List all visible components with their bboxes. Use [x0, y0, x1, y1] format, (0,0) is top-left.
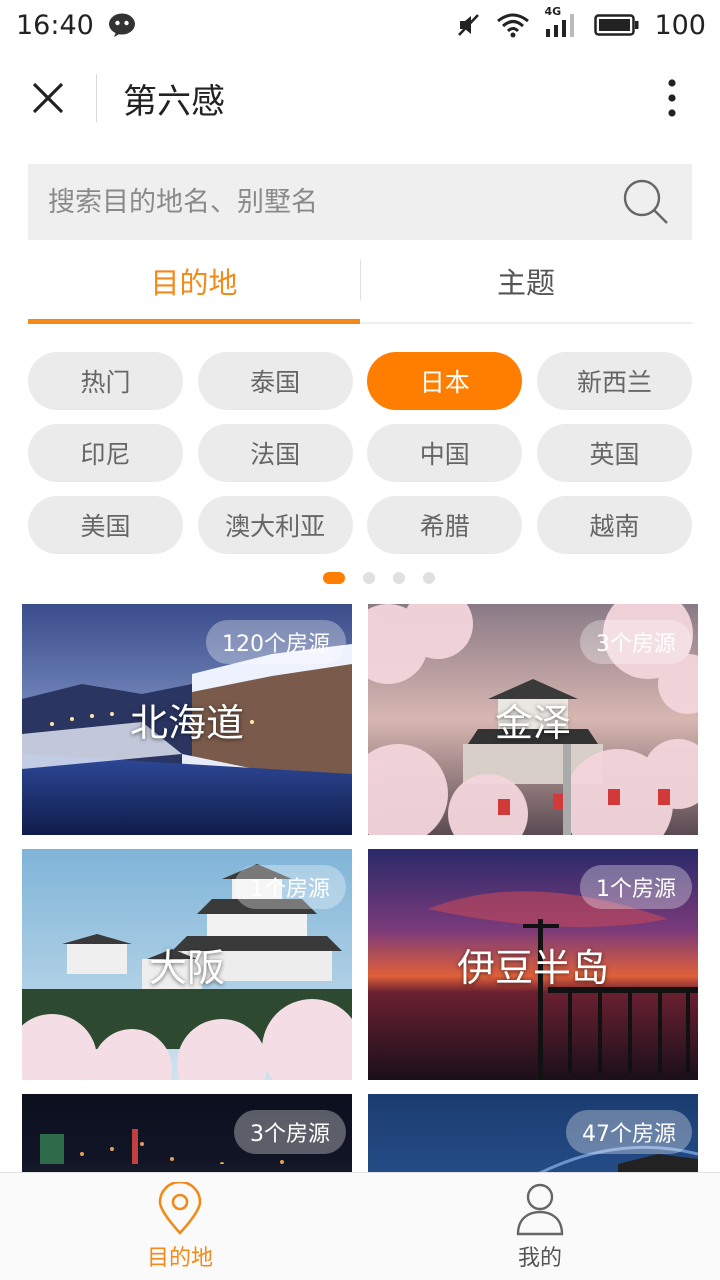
page-dot[interactable]: [423, 572, 435, 584]
wechat-icon: [108, 13, 136, 37]
country-filter: 热门 泰国 日本 新西兰 印尼 法国 中国 英国 美国 澳大利亚 希腊 越南: [28, 352, 692, 554]
page-dot-active[interactable]: [323, 572, 345, 584]
nav-divider: [96, 74, 97, 122]
tab-bar: 目的地 主题: [28, 240, 692, 324]
bottom-nav-destination[interactable]: 目的地: [0, 1173, 360, 1280]
user-icon: [516, 1183, 564, 1235]
chip-usa[interactable]: 美国: [28, 496, 183, 554]
bottom-nav-label: 我的: [517, 1245, 562, 1271]
status-bar: 16:40 4G 100: [0, 0, 720, 50]
mute-icon: [456, 12, 482, 38]
location-pin-icon: [158, 1181, 202, 1235]
network-type: 4G: [544, 5, 562, 18]
destination-card-osaka[interactable]: 1个房源 大阪: [22, 849, 352, 1080]
chip-japan[interactable]: 日本: [367, 352, 523, 410]
search-bar: [28, 164, 692, 240]
more-vertical-icon: [668, 79, 676, 117]
status-icons: 4G 100: [456, 5, 706, 41]
bottom-nav: 目的地 我的: [0, 1172, 720, 1280]
chip-china[interactable]: 中国: [367, 424, 523, 482]
page-dot[interactable]: [393, 572, 405, 584]
bottom-nav-label: 目的地: [146, 1245, 213, 1271]
destination-card-izu[interactable]: 1个房源 伊豆半岛: [368, 849, 698, 1080]
app-screen: 16:40 4G 100 第六感 搜索目的地名、别墅名 目的地 主题 热门 泰国…: [0, 0, 720, 1280]
battery-icon: [594, 13, 640, 37]
status-time: 16:40: [16, 9, 94, 41]
chip-new-zealand[interactable]: 新西兰: [536, 352, 692, 410]
tab-theme[interactable]: 主题: [360, 240, 692, 322]
nav-bar: 第六感: [0, 50, 720, 146]
battery-percentage: 100: [654, 9, 706, 41]
wifi-icon: [496, 12, 530, 38]
destination-name: 北海道: [129, 701, 244, 745]
destination-name: 金泽: [494, 701, 571, 745]
tab-destination[interactable]: 目的地: [28, 240, 360, 324]
chip-france[interactable]: 法国: [197, 424, 353, 482]
destination-name: 伊豆半岛: [456, 946, 609, 990]
page-dot[interactable]: [363, 572, 375, 584]
signal-icon: 4G: [544, 5, 580, 39]
page-title: 第六感: [123, 81, 225, 122]
chip-greece[interactable]: 希腊: [367, 496, 523, 554]
chip-vietnam[interactable]: 越南: [536, 496, 692, 554]
chip-hot[interactable]: 热门: [28, 352, 183, 410]
page-indicator: [0, 572, 720, 584]
close-icon: [32, 82, 64, 114]
destination-card-kanazawa[interactable]: 3个房源 金泽: [368, 604, 698, 835]
chip-thailand[interactable]: 泰国: [197, 352, 353, 410]
destination-card-hokkaido[interactable]: 120个房源 北海道: [22, 604, 352, 835]
tab-separator: [360, 260, 361, 300]
bottom-nav-mine[interactable]: 我的: [360, 1173, 720, 1280]
more-button[interactable]: [624, 50, 720, 146]
chip-uk[interactable]: 英国: [536, 424, 692, 482]
destination-name: 大阪: [148, 946, 225, 990]
chip-australia[interactable]: 澳大利亚: [197, 496, 353, 554]
close-button[interactable]: [0, 50, 96, 146]
search-icon[interactable]: [620, 176, 672, 228]
search-input[interactable]: [48, 186, 620, 218]
chip-indonesia[interactable]: 印尼: [28, 424, 183, 482]
